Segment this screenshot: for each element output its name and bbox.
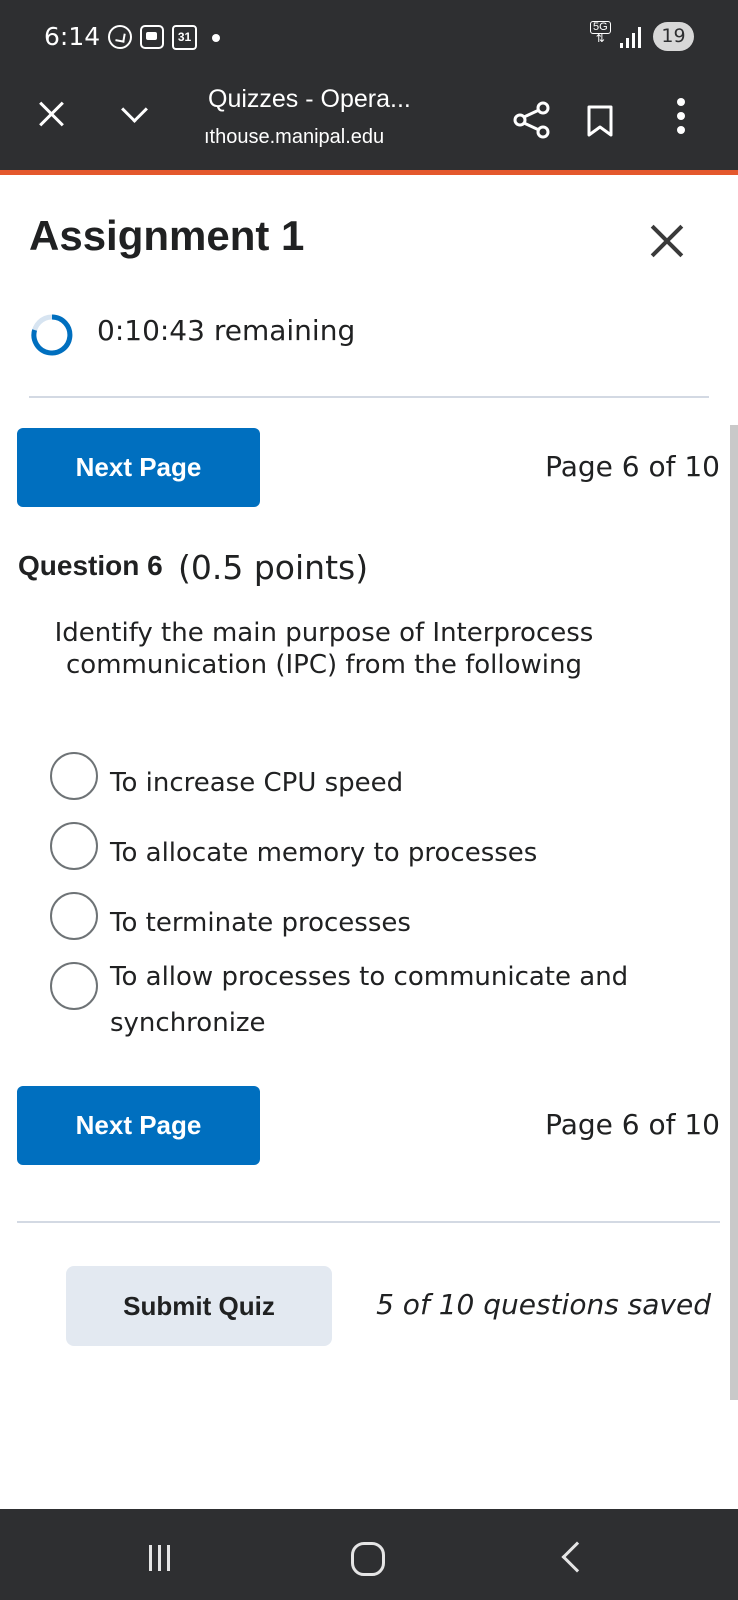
radio-button[interactable] <box>50 752 98 800</box>
answer-option-label[interactable]: To terminate processes <box>110 900 670 946</box>
page-indicator-bottom: Page 6 of 10 <box>545 1108 720 1141</box>
question-title: Question 6 <box>18 550 163 581</box>
radio-button[interactable] <box>50 962 98 1010</box>
browser-chrome: 6:14 31 5G ⇅ 19 Quizzes - Opera... ıthous… <box>0 0 738 175</box>
screenshot-icon <box>140 25 164 49</box>
close-tab-icon[interactable] <box>36 98 68 130</box>
home-icon[interactable] <box>351 1542 385 1576</box>
more-options-icon[interactable] <box>676 98 686 134</box>
answer-option-label[interactable]: To allocate memory to processes <box>110 830 670 876</box>
answer-option-label[interactable]: To increase CPU speed <box>110 760 670 806</box>
scrollbar[interactable] <box>730 425 738 1400</box>
network-5g-icon: 5G ⇅ <box>590 21 611 45</box>
question-points: (0.5 points) <box>178 548 369 587</box>
chevron-down-icon[interactable] <box>118 100 148 124</box>
next-page-button-bottom[interactable]: Next Page <box>17 1086 260 1165</box>
browser-url[interactable]: ıthouse.manipal.edu <box>204 126 384 149</box>
next-page-button-top[interactable]: Next Page <box>17 428 260 507</box>
notification-dot-icon <box>212 34 220 42</box>
divider <box>29 396 709 398</box>
answer-option-label[interactable]: To allow processes to communicate and sy… <box>110 954 670 1046</box>
timer-progress-icon <box>31 314 73 356</box>
signal-icon <box>620 26 644 48</box>
calendar-icon: 31 <box>172 25 197 50</box>
whatsapp-icon <box>108 25 132 49</box>
submit-quiz-button[interactable]: Submit Quiz <box>66 1266 332 1346</box>
page-indicator-top: Page 6 of 10 <box>545 450 720 483</box>
browser-page-title[interactable]: Quizzes - Opera... <box>208 85 411 114</box>
saved-status: 5 of 10 questions saved <box>376 1288 711 1321</box>
close-icon[interactable] <box>648 222 686 260</box>
radio-button[interactable] <box>50 822 98 870</box>
bookmark-icon[interactable] <box>586 104 614 138</box>
share-icon[interactable] <box>512 100 552 140</box>
loading-accent-bar <box>0 170 738 175</box>
status-bar: 6:14 31 5G ⇅ 19 <box>0 18 738 58</box>
back-icon[interactable] <box>561 1541 593 1573</box>
radio-button[interactable] <box>50 892 98 940</box>
divider <box>17 1221 720 1223</box>
system-nav-bar <box>0 1509 738 1600</box>
battery-indicator: 19 <box>653 22 694 51</box>
page-title: Assignment 1 <box>29 212 305 259</box>
question-text: Identify the main purpose of Interproces… <box>54 618 594 680</box>
time-remaining: 0:10:43 remaining <box>97 314 356 347</box>
status-time: 6:14 <box>44 22 101 51</box>
recent-apps-icon[interactable] <box>149 1545 173 1571</box>
